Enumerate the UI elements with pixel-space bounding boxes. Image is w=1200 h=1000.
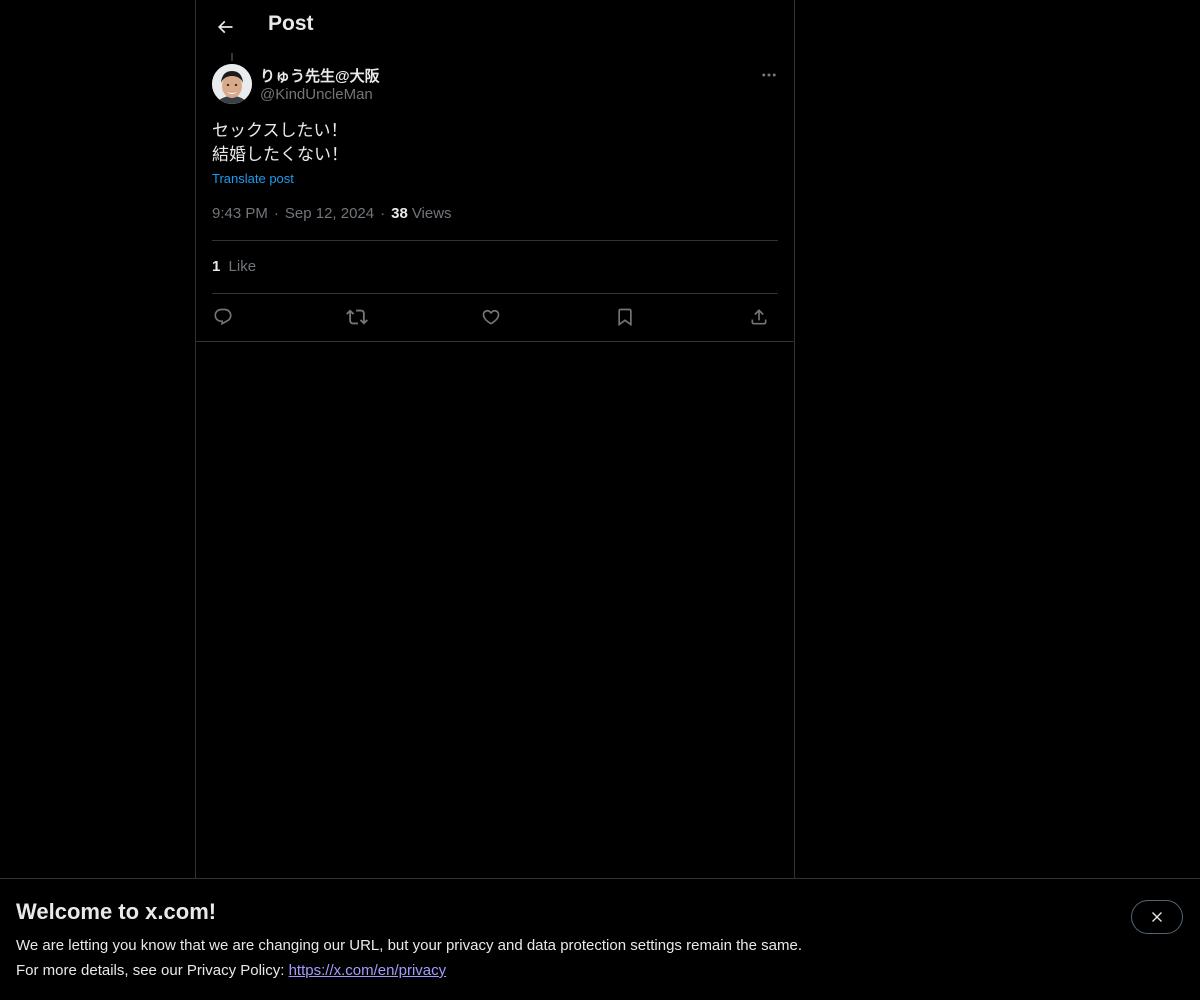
- more-horizontal-icon: [760, 66, 778, 84]
- back-button[interactable]: [208, 10, 242, 44]
- close-banner-button[interactable]: [1131, 900, 1183, 934]
- banner-title: Welcome to x.com!: [16, 899, 217, 924]
- bookmark-button[interactable]: [610, 302, 640, 332]
- more-options-button[interactable]: [754, 62, 784, 88]
- arrow-left-icon: [215, 17, 235, 37]
- repost-button[interactable]: [342, 302, 372, 332]
- like-icon: [481, 307, 501, 327]
- translate-post-link[interactable]: Translate post: [212, 171, 294, 186]
- primary-column: Post りゅう先生@大阪 @KindUncleMan セックスしたい！ 結婚し…: [195, 0, 795, 878]
- separator-dot: ·: [380, 205, 386, 222]
- views-label: Views: [411, 205, 452, 222]
- divider: [212, 240, 778, 241]
- share-icon: [749, 307, 769, 327]
- likes-summary[interactable]: 1 Like: [212, 258, 256, 275]
- repost-icon: [346, 306, 368, 328]
- post-metadata: 9:43 PM · Sep 12, 2024 · 38 Views: [212, 205, 452, 222]
- banner-message: We are letting you know that we are chan…: [16, 937, 802, 954]
- page: Post りゅう先生@大阪 @KindUncleMan セックスしたい！ 結婚し…: [0, 0, 1200, 1000]
- post-header: Post: [196, 0, 794, 53]
- banner-privacy-prefix: For more details, see our Privacy Policy…: [16, 962, 289, 979]
- close-icon: [1149, 909, 1165, 925]
- likes-count: 1: [212, 258, 221, 275]
- banner-privacy-line: For more details, see our Privacy Policy…: [16, 962, 446, 979]
- thread-connector: [231, 53, 233, 61]
- welcome-banner: Welcome to x.com! We are letting you kno…: [0, 878, 1200, 1000]
- page-title: Post: [268, 12, 314, 35]
- reply-icon: [213, 307, 233, 327]
- like-button[interactable]: [476, 302, 506, 332]
- post-time[interactable]: 9:43 PM: [212, 205, 268, 222]
- divider: [212, 293, 778, 294]
- privacy-policy-link[interactable]: https://x.com/en/privacy: [289, 962, 447, 979]
- reply-button[interactable]: [208, 302, 238, 332]
- author-name[interactable]: りゅう先生@大阪: [260, 65, 380, 86]
- author-avatar[interactable]: [212, 64, 252, 104]
- bookmark-icon: [615, 307, 635, 327]
- views-count: 38: [391, 205, 408, 222]
- post-actions-bar: [212, 302, 778, 332]
- separator-dot: ·: [273, 205, 279, 222]
- author-handle[interactable]: @KindUncleMan: [260, 86, 373, 103]
- share-button[interactable]: [744, 302, 774, 332]
- likes-label: Like: [228, 258, 257, 275]
- post-date[interactable]: Sep 12, 2024: [285, 205, 374, 222]
- divider: [196, 341, 794, 342]
- post-text: セックスしたい！ 結婚したくない！: [212, 121, 348, 165]
